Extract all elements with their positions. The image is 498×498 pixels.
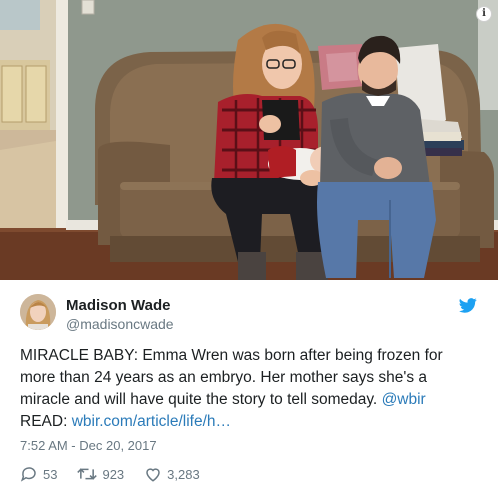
- retweet-icon: [77, 468, 98, 480]
- like-button[interactable]: 3,283: [144, 465, 200, 483]
- heart-icon: [146, 468, 160, 482]
- photo-illustration: [0, 0, 498, 280]
- reply-icon: [20, 467, 36, 482]
- author-name[interactable]: Madison Wade: [66, 297, 170, 314]
- reply-button[interactable]: 53: [20, 465, 57, 483]
- avatar-illustration: [20, 294, 56, 330]
- tweet-timestamp[interactable]: 7:52 AM - Dec 20, 2017: [20, 438, 157, 453]
- read-label: READ:: [20, 413, 68, 430]
- article-link[interactable]: wbir.com/article/life/h…: [72, 413, 231, 430]
- author-handle[interactable]: @madisoncwade: [66, 316, 174, 332]
- info-icon[interactable]: i: [476, 6, 492, 22]
- like-count: 3,283: [167, 466, 200, 482]
- tweet-body: MIRACLE BABY: Emma Wren was born after b…: [20, 347, 443, 408]
- reply-count: 53: [43, 466, 58, 482]
- twitter-bird-icon[interactable]: [459, 298, 477, 313]
- tweet-media-photo[interactable]: i: [0, 0, 498, 280]
- retweet-button[interactable]: 923: [77, 465, 124, 483]
- avatar[interactable]: [20, 294, 56, 330]
- mention-link[interactable]: @wbir: [382, 391, 426, 408]
- retweet-count: 923: [102, 466, 125, 482]
- info-glyph: i: [482, 8, 486, 19]
- tweet-text: MIRACLE BABY: Emma Wren was born after b…: [20, 345, 480, 433]
- tweet-actions: 53 923 3,283: [20, 464, 220, 484]
